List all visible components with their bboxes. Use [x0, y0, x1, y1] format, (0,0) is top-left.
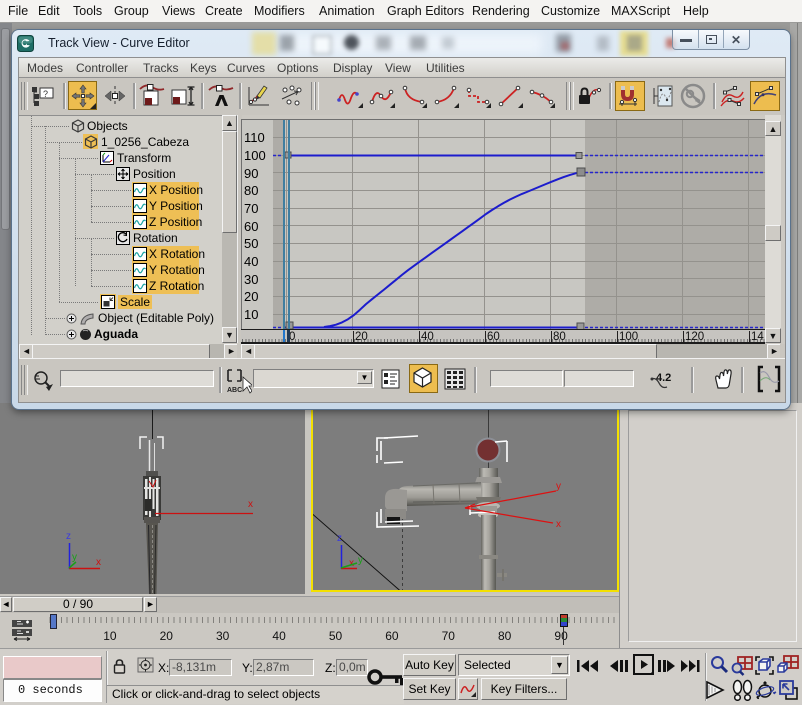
svg-text:?: ?: [43, 89, 48, 99]
svg-text:y: y: [72, 552, 77, 563]
svg-text:x: x: [96, 557, 101, 568]
svg-text:ABC: ABC: [227, 387, 242, 394]
svg-text:y: y: [358, 555, 363, 566]
svg-text:z: z: [337, 533, 342, 544]
svg-text:x: x: [248, 499, 253, 510]
svg-text:z: z: [66, 531, 71, 542]
svg-text:y: y: [556, 481, 561, 492]
svg-text:x: x: [556, 519, 561, 530]
